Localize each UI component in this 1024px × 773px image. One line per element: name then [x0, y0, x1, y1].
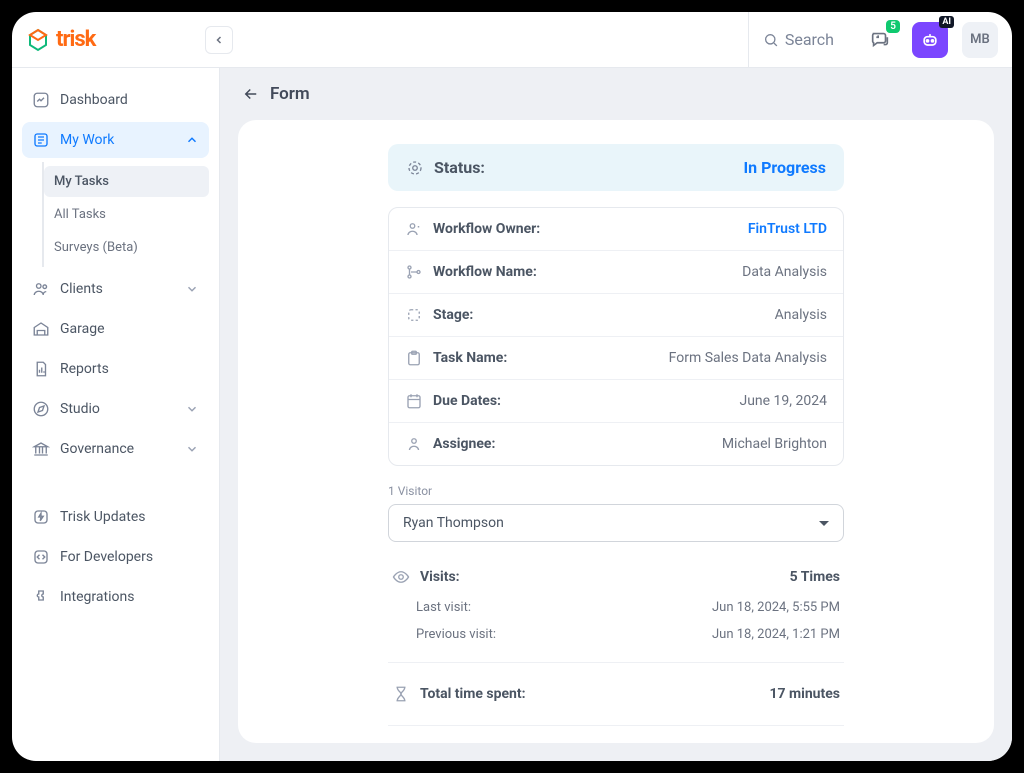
- downloads-header: Downloaded: 3 Times: [388, 740, 844, 743]
- chat-badge: 5: [886, 20, 900, 33]
- detail-assignee: Assignee: Michael Brighton: [389, 423, 843, 465]
- bank-icon: [32, 440, 50, 458]
- bot-icon: [920, 30, 940, 50]
- garage-icon: [32, 320, 50, 338]
- sidebar-collapse-button[interactable]: [205, 26, 233, 54]
- briefcase-icon: [32, 131, 50, 149]
- nav-my-work[interactable]: My Work: [22, 122, 209, 158]
- visitor-select[interactable]: Ryan Thompson: [388, 504, 844, 542]
- detail-workflow-name: Workflow Name: Data Analysis: [389, 251, 843, 294]
- topbar: trisk Search 5 AI MB: [12, 12, 1012, 68]
- status-value: In Progress: [743, 158, 826, 177]
- nav-developers[interactable]: For Developers: [22, 539, 209, 575]
- ai-assistant-button[interactable]: AI: [912, 22, 948, 58]
- nav-label: Garage: [60, 321, 105, 337]
- ai-badge: AI: [939, 16, 954, 28]
- stage-icon: [405, 306, 423, 324]
- chevron-down-icon: [185, 442, 199, 456]
- nav-clients[interactable]: Clients: [22, 271, 209, 307]
- form-card: Status: In Progress Workflow Owner: FinT…: [238, 120, 994, 743]
- chat-button[interactable]: 5: [862, 22, 898, 58]
- search-icon: [763, 32, 779, 48]
- detail-stage: Stage: Analysis: [389, 294, 843, 337]
- bolt-icon: [32, 508, 50, 526]
- task-icon: [405, 349, 423, 367]
- nav-updates[interactable]: Trisk Updates: [22, 499, 209, 535]
- nav-dashboard[interactable]: Dashboard: [22, 82, 209, 118]
- nav-label: Dashboard: [60, 92, 128, 108]
- selected-visitor: Ryan Thompson: [403, 515, 504, 531]
- nav-label: Governance: [60, 441, 134, 457]
- person-icon: [405, 435, 423, 453]
- detail-workflow-owner: Workflow Owner: FinTrust LTD: [389, 208, 843, 251]
- chevron-down-icon: [185, 282, 199, 296]
- branch-icon: [405, 263, 423, 281]
- detail-task-name: Task Name: Form Sales Data Analysis: [389, 337, 843, 380]
- search-input[interactable]: Search: [748, 12, 848, 68]
- nav-reports[interactable]: Reports: [22, 351, 209, 387]
- nav-label: For Developers: [60, 549, 153, 565]
- nav-label: Trisk Updates: [60, 509, 145, 525]
- chevron-down-icon: [185, 402, 199, 416]
- time-spent-header: Total time spent: 17 minutes: [388, 677, 844, 711]
- owner-icon: [405, 220, 423, 238]
- details-panel: Workflow Owner: FinTrust LTD Workflow Na…: [388, 207, 844, 466]
- workflow-owner-link[interactable]: FinTrust LTD: [748, 221, 827, 237]
- page-title: Form: [270, 84, 310, 104]
- brand-mark-icon: [26, 28, 50, 52]
- nav-label: Reports: [60, 361, 109, 377]
- nav-governance[interactable]: Governance: [22, 431, 209, 467]
- eye-icon: [392, 568, 410, 586]
- people-icon: [32, 280, 50, 298]
- subnav-all-tasks[interactable]: All Tasks: [44, 199, 209, 230]
- subnav-my-tasks[interactable]: My Tasks: [44, 166, 209, 197]
- status-row: Status: In Progress: [388, 144, 844, 191]
- nav-label: Integrations: [60, 589, 134, 605]
- back-icon[interactable]: [242, 85, 260, 103]
- nav-garage[interactable]: Garage: [22, 311, 209, 347]
- code-icon: [32, 548, 50, 566]
- puzzle-icon: [32, 588, 50, 606]
- nav-studio[interactable]: Studio: [22, 391, 209, 427]
- visitor-count-caption: 1 Visitor: [388, 484, 844, 498]
- pencil-icon: [32, 400, 50, 418]
- dashboard-icon: [32, 91, 50, 109]
- brand-text: trisk: [56, 27, 95, 52]
- report-icon: [32, 360, 50, 378]
- calendar-icon: [405, 392, 423, 410]
- page-header: Form: [220, 68, 1012, 120]
- chevron-left-icon: [213, 34, 225, 46]
- nav-label: My Work: [60, 132, 114, 148]
- dropdown-arrow-icon: [819, 521, 829, 531]
- user-avatar[interactable]: MB: [962, 22, 998, 58]
- detail-due-date: Due Dates: June 19, 2024: [389, 380, 843, 423]
- chevron-up-icon: [185, 133, 199, 147]
- nav-label: Studio: [60, 401, 100, 417]
- brand-logo[interactable]: trisk: [26, 27, 95, 52]
- nav-integrations[interactable]: Integrations: [22, 579, 209, 615]
- status-label: Status:: [434, 158, 485, 177]
- subnav-surveys[interactable]: Surveys (Beta): [44, 232, 209, 263]
- hourglass-icon: [392, 685, 410, 703]
- nav-label: Clients: [60, 281, 103, 297]
- status-icon: [406, 159, 424, 177]
- sidebar: Dashboard My Work My Tasks All Tasks Sur…: [12, 68, 220, 761]
- search-placeholder: Search: [785, 30, 834, 49]
- previous-visit-row: Previous visit: Jun 18, 2024, 1:21 PM: [388, 621, 844, 648]
- visits-header: Visits: 5 Times: [388, 560, 844, 594]
- last-visit-row: Last visit: Jun 18, 2024, 5:55 PM: [388, 594, 844, 621]
